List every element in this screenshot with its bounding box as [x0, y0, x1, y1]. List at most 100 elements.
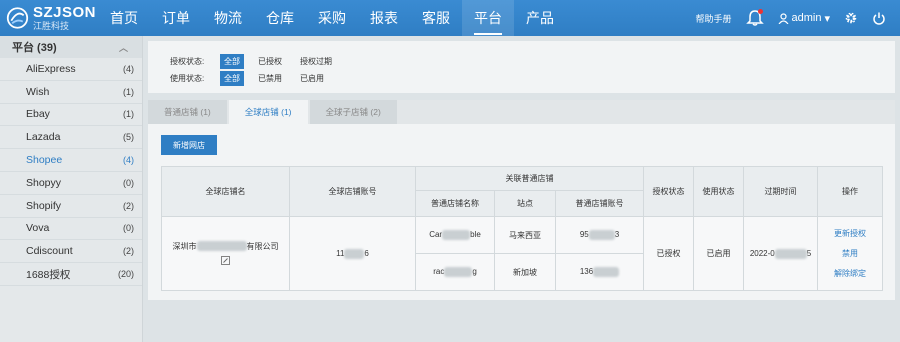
filter-panel: 授权状态: 全部 已授权 授权过期 使用状态: 全部 已禁用 已启用 — [148, 41, 895, 93]
sidebar-item-shopyy[interactable]: Shopyy (0) — [0, 172, 142, 195]
usage-filter-all[interactable]: 全部 — [220, 71, 244, 86]
col-shop-account: 普通店铺账号 — [554, 190, 645, 217]
tab-global-shops[interactable]: 全球店铺 (1) — [228, 100, 308, 124]
col-operations: 操作 — [817, 166, 884, 217]
notification-dot — [757, 9, 763, 14]
sidebar-item-vova[interactable]: Vova (0) — [0, 218, 142, 241]
sidebar-item-shopee[interactable]: Shopee (4) — [0, 149, 142, 172]
expire-prefix: 2022-0 — [749, 248, 775, 258]
top-navbar: SZJSON 江胜科技 首页 订单 物流 仓库 采购 报表 客服 平台 产品 帮… — [0, 0, 900, 36]
sub-shop-site-cell: 新加坡 — [494, 253, 556, 291]
nav-platform[interactable]: 平台 — [462, 0, 514, 36]
shop-panel: 新增网店 全球店铺名 全球店铺账号 关联普通店铺 授权状态 使用状态 过期时间 … — [148, 124, 895, 300]
nav-purchasing[interactable]: 采购 — [306, 0, 358, 36]
brand-logo[interactable]: SZJSON 江胜科技 — [0, 0, 96, 36]
sub-name-suffix: g — [472, 267, 477, 277]
auth-filter-expired[interactable]: 授权过期 — [296, 54, 336, 69]
nav-customer-service[interactable]: 客服 — [410, 0, 462, 36]
nav-warehouse[interactable]: 仓库 — [254, 0, 306, 36]
chevron-down-icon: ▾ — [824, 12, 830, 25]
gear-icon[interactable] — [844, 11, 858, 25]
usage-status-filter: 使用状态: 全部 已禁用 已启用 — [170, 71, 338, 86]
sidebar-item-count: (20) — [117, 269, 134, 280]
notification-bell-icon[interactable] — [745, 9, 764, 27]
disable-link[interactable]: 禁用 — [842, 248, 858, 259]
sub-name-suffix: ble — [470, 230, 481, 240]
tab-normal-shops[interactable]: 普通店铺 (1) — [148, 100, 227, 124]
operations-cell: 更新授权 禁用 解除绑定 — [817, 216, 884, 291]
sidebar-item-label: Cdiscount — [26, 245, 73, 258]
sidebar-item-cdiscount[interactable]: Cdiscount (2) — [0, 240, 142, 264]
sub-shop-account-cell: 95 3 — [554, 216, 645, 254]
power-icon[interactable] — [872, 11, 886, 25]
brand-mark-icon — [6, 7, 29, 29]
sub-shop-name-cell: Car ble — [415, 216, 495, 254]
sidebar-item-wish[interactable]: Wish (1) — [0, 81, 142, 104]
col-auth-status: 授权状态 — [643, 166, 695, 217]
user-menu[interactable]: admin ▾ — [778, 12, 830, 25]
sub-shop-site-cell: 马来西亚 — [494, 216, 556, 254]
user-name: admin — [791, 12, 822, 24]
unbind-link[interactable]: 解除绑定 — [834, 268, 866, 279]
nav-reports[interactable]: 报表 — [358, 0, 410, 36]
tab-global-sub-shops[interactable]: 全球子店铺 (2) — [309, 100, 397, 124]
sidebar-item-count: (0) — [123, 177, 134, 188]
edit-icon[interactable] — [221, 255, 230, 265]
nav-products[interactable]: 产品 — [514, 0, 566, 36]
col-site: 站点 — [494, 190, 556, 217]
sidebar-item-count: (4) — [123, 63, 134, 74]
sub-acct-prefix: 136 — [579, 267, 594, 277]
redacted-text — [344, 248, 365, 259]
sidebar-item-lazada[interactable]: Lazada (5) — [0, 126, 142, 150]
sidebar-item-label: Vova — [26, 222, 50, 235]
brand-subtitle: 江胜科技 — [32, 21, 69, 31]
sidebar-item-shopify[interactable]: Shopify (2) — [0, 195, 142, 218]
shop-type-tabs: 普通店铺 (1) 全球店铺 (1) 全球子店铺 (2) — [148, 100, 895, 124]
sidebar-header[interactable]: 平台 (39) ︿ — [0, 36, 142, 58]
global-shop-name-suffix: 有限公司 — [246, 241, 279, 251]
nav-home[interactable]: 首页 — [98, 0, 150, 36]
redacted-text — [588, 230, 615, 240]
help-manual-link[interactable]: 帮助手册 — [695, 12, 731, 25]
sidebar-item-1688[interactable]: 1688授权 (20) — [0, 263, 142, 286]
sub-shop-account-cell: 136 — [554, 253, 645, 291]
sub-acct-suffix: 3 — [614, 230, 620, 240]
expire-suffix: 5 — [806, 248, 812, 258]
auth-status-label: 授权状态: — [170, 57, 205, 66]
global-shop-account-cell: 11 6 — [289, 216, 416, 291]
sidebar-item-label: AliExpress — [26, 62, 76, 75]
auth-status-filter: 授权状态: 全部 已授权 授权过期 — [170, 54, 346, 69]
sub-acct-prefix: 95 — [579, 230, 589, 240]
col-global-shop-name: 全球店铺名 — [161, 166, 290, 217]
sidebar-title: 平台 (39) — [12, 42, 57, 54]
account-prefix: 11 — [336, 248, 345, 258]
update-auth-link[interactable]: 更新授权 — [834, 228, 866, 239]
chevron-up-icon: ︿ — [118, 42, 128, 53]
sidebar-item-label: Shopee — [26, 154, 63, 167]
sidebar-item-aliexpress[interactable]: AliExpress (4) — [0, 58, 142, 81]
auth-filter-authorized[interactable]: 已授权 — [254, 54, 286, 69]
account-suffix: 6 — [364, 248, 369, 258]
usage-filter-enabled[interactable]: 已启用 — [296, 71, 328, 86]
brand-title: SZJSON — [32, 4, 96, 21]
add-shop-button[interactable]: 新增网店 — [161, 135, 217, 155]
expire-time-cell: 2022-0 5 — [743, 216, 819, 291]
col-linked-shops: 关联普通店铺 — [414, 166, 645, 191]
sidebar-item-count: (2) — [123, 246, 134, 257]
nav-orders[interactable]: 订单 — [150, 0, 202, 36]
sidebar-item-count: (2) — [123, 200, 134, 211]
sidebar-item-label: Ebay — [26, 108, 50, 121]
redacted-text — [444, 267, 473, 277]
redacted-text — [774, 248, 807, 259]
use-status-cell: 已启用 — [693, 216, 745, 291]
sidebar-item-count: (1) — [123, 109, 134, 120]
usage-filter-disabled[interactable]: 已禁用 — [254, 71, 286, 86]
global-shop-name-prefix: 深圳市 — [172, 241, 197, 251]
redacted-text — [593, 267, 620, 277]
sidebar-item-label: Shopyy — [26, 176, 62, 189]
nav-logistics[interactable]: 物流 — [202, 0, 254, 36]
auth-filter-all[interactable]: 全部 — [220, 54, 244, 69]
redacted-text — [196, 241, 247, 252]
global-shop-name-cell: 深圳市 有限公司 — [161, 216, 290, 291]
sidebar-item-ebay[interactable]: Ebay (1) — [0, 104, 142, 127]
